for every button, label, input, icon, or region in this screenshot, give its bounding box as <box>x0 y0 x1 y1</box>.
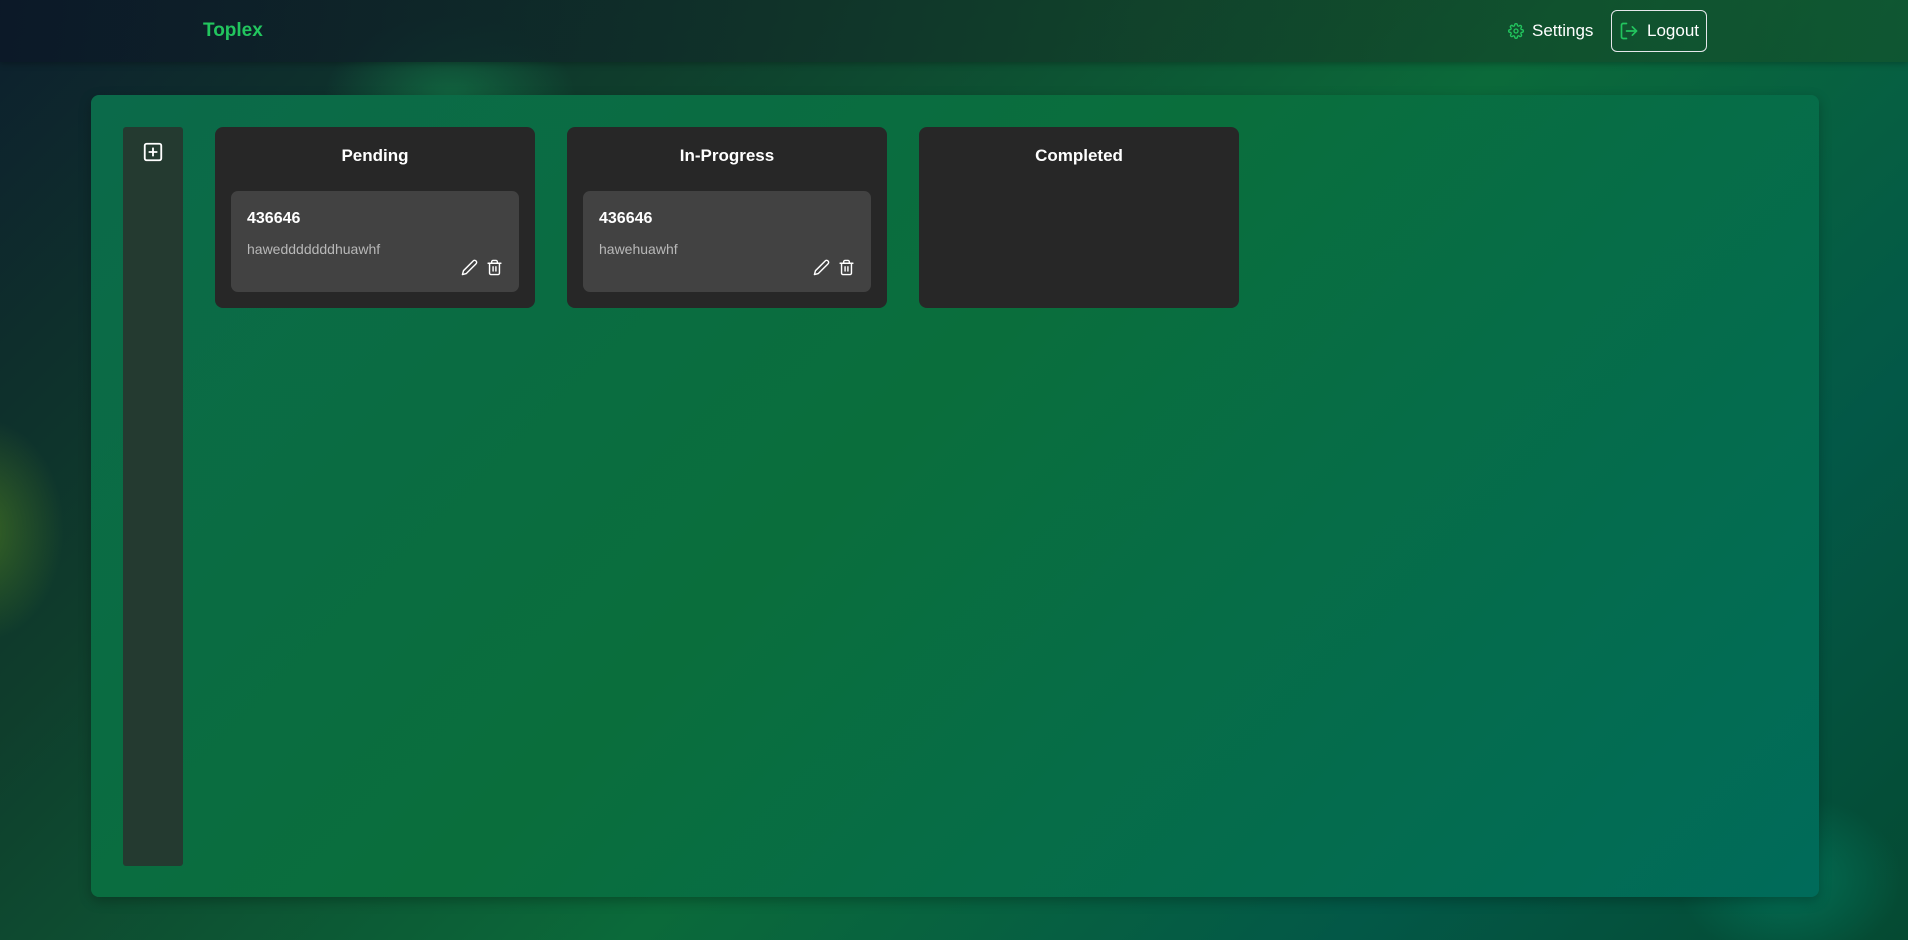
task-description: hawehuawhf <box>599 241 678 257</box>
settings-button[interactable]: Settings <box>1508 19 1593 43</box>
task-card[interactable]: 436646 hawedddddddhuawhf <box>231 191 519 292</box>
column-title: In-Progress <box>679 146 775 165</box>
column-title: Pending <box>341 146 409 165</box>
task-title: 436646 <box>247 210 301 227</box>
add-task-button[interactable] <box>142 141 164 163</box>
task-actions <box>813 259 855 276</box>
plus-square-icon <box>143 142 163 162</box>
column-in-progress: In-Progress 436646 hawehuawhf <box>567 127 887 308</box>
kanban-board: Pending 436646 hawedddddddhuawhf In-Prog… <box>91 95 1819 897</box>
trash-icon[interactable] <box>838 259 855 276</box>
column-completed: Completed <box>919 127 1239 308</box>
settings-label: Settings <box>1532 21 1594 40</box>
task-title: 436646 <box>599 210 653 227</box>
task-actions <box>461 259 503 276</box>
logout-label: Logout <box>1647 21 1699 40</box>
pencil-icon[interactable] <box>461 259 478 276</box>
top-navbar: Toplex Settings Logout <box>0 0 1908 62</box>
task-card[interactable]: 436646 hawehuawhf <box>583 191 871 292</box>
trash-icon[interactable] <box>486 259 503 276</box>
task-description: hawedddddddhuawhf <box>247 241 381 257</box>
column-title: Completed <box>1035 146 1123 165</box>
logout-icon <box>1619 21 1639 41</box>
pencil-icon[interactable] <box>813 259 830 276</box>
column-pending: Pending 436646 hawedddddddhuawhf <box>215 127 535 308</box>
brand-logo[interactable]: Toplex <box>203 20 263 42</box>
sidebar <box>123 127 183 866</box>
gear-icon <box>1508 23 1524 39</box>
logout-button[interactable]: Logout <box>1611 10 1707 52</box>
